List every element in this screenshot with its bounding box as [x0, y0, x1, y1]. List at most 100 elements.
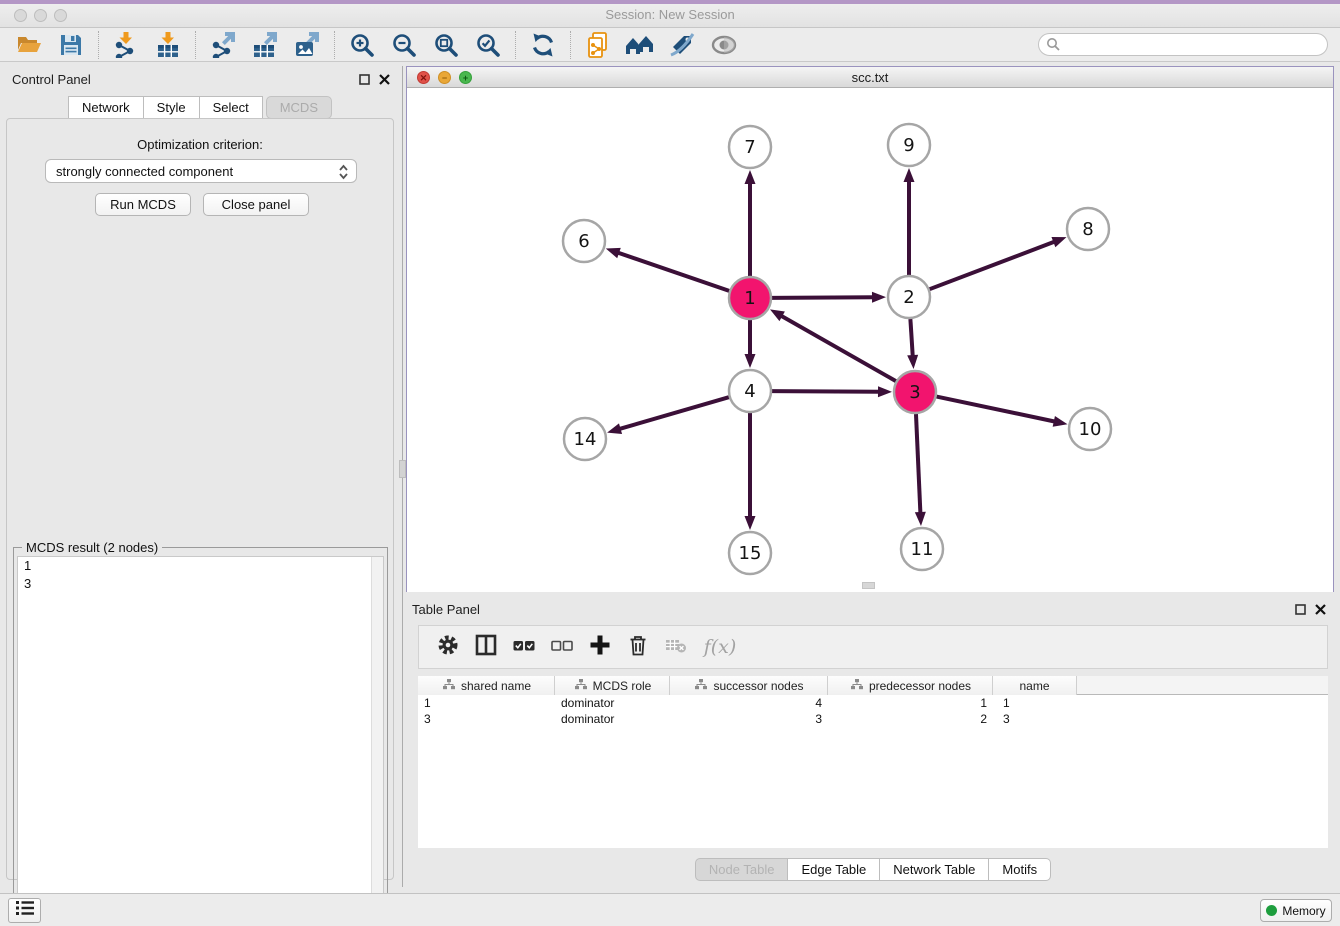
column-header-name[interactable]: name [993, 676, 1077, 695]
node-2[interactable]: 2 [888, 276, 930, 318]
tab-motifs[interactable]: Motifs [989, 858, 1051, 881]
export-table-button[interactable] [250, 30, 280, 60]
node-3[interactable]: 3 [894, 371, 936, 413]
tab-network[interactable]: Network [68, 96, 144, 119]
export-network-button[interactable] [208, 30, 238, 60]
node-11[interactable]: 11 [901, 528, 943, 570]
control-panel-title: Control Panel [12, 72, 91, 87]
edge-4-3[interactable] [772, 386, 892, 397]
table-row[interactable]: 3 dominator 3 2 3 [418, 711, 1328, 727]
labels-toggle-button[interactable] [667, 30, 697, 60]
zoom-selected-button[interactable] [473, 30, 503, 60]
node-1[interactable]: 1 [729, 277, 771, 319]
tree-icon [575, 679, 587, 693]
table-row[interactable]: 1 dominator 4 1 1 [418, 695, 1328, 711]
column-header-predecessor-nodes[interactable]: predecessor nodes [828, 676, 993, 695]
edge-3-10[interactable] [937, 397, 1068, 427]
edge-2-9[interactable] [904, 168, 915, 275]
tab-edge-table[interactable]: Edge Table [788, 858, 880, 881]
zoom-fit-icon [433, 32, 459, 58]
edge-1-2[interactable] [772, 292, 886, 303]
edge-1-6[interactable] [606, 248, 729, 291]
edge-3-11[interactable] [915, 414, 926, 526]
network-canvas[interactable]: 7 9 6 8 1 2 4 3 14 10 15 11 [407, 89, 1333, 592]
memory-button[interactable]: Memory [1260, 899, 1332, 922]
close-panel-button[interactable]: Close panel [203, 193, 309, 216]
eye-icon [710, 32, 738, 58]
zoom-fit-button[interactable] [431, 30, 461, 60]
cell-successor-nodes: 3 [670, 711, 828, 727]
result-scrollbar[interactable] [371, 557, 383, 920]
import-network-button[interactable] [111, 30, 141, 60]
edge-1-4[interactable] [745, 320, 756, 368]
edge-2-3[interactable] [907, 319, 918, 369]
run-mcds-button[interactable]: Run MCDS [95, 193, 191, 216]
columns-icon [474, 633, 498, 662]
search-input[interactable] [1038, 33, 1328, 56]
node-label: 10 [1079, 419, 1102, 440]
table-toolbar: f(x) [418, 625, 1328, 669]
close-panel-icon[interactable] [379, 72, 390, 90]
edge-4-14[interactable] [607, 397, 729, 434]
tab-node-table[interactable]: Node Table [695, 858, 789, 881]
function-builder-button-disabled[interactable]: f(x) [698, 631, 742, 663]
zoom-in-button[interactable] [347, 30, 377, 60]
refresh-button[interactable] [528, 30, 558, 60]
canvas-resize-grip[interactable] [862, 582, 875, 589]
node-4[interactable]: 4 [729, 370, 771, 412]
network-from-selection-button[interactable] [583, 30, 613, 60]
unchecked-boxes-icon [550, 633, 574, 662]
show-columns-button[interactable] [470, 631, 502, 663]
home-button[interactable] [625, 30, 655, 60]
column-header-shared-name[interactable]: shared name [418, 676, 555, 695]
toolbar-separator [570, 31, 571, 59]
unselect-all-columns-button[interactable] [546, 631, 578, 663]
panel-splitter[interactable] [399, 66, 406, 887]
node-14[interactable]: 14 [564, 418, 606, 460]
open-folder-button[interactable] [14, 30, 44, 60]
select-all-columns-button[interactable] [508, 631, 540, 663]
edge-2-8[interactable] [930, 237, 1067, 289]
task-history-button[interactable] [8, 898, 41, 923]
table-settings-button[interactable] [432, 631, 464, 663]
edge-1-7[interactable] [745, 170, 756, 276]
save-button[interactable] [56, 30, 86, 60]
mcds-result-list[interactable]: 1 3 [17, 556, 384, 921]
tab-network-table[interactable]: Network Table [880, 858, 989, 881]
select-stepper-icon [338, 163, 349, 184]
edge-3-1[interactable] [770, 309, 896, 381]
column-header-mcds-role[interactable]: MCDS role [555, 676, 670, 695]
toolbar-separator [515, 31, 516, 59]
table-body: 1 dominator 4 1 1 3 dominator 3 2 3 [418, 695, 1328, 848]
column-label: shared name [461, 679, 531, 693]
column-label: predecessor nodes [869, 679, 971, 693]
node-7[interactable]: 7 [729, 126, 771, 168]
graphics-details-button[interactable] [709, 30, 739, 60]
window-title: Session: New Session [0, 7, 1340, 22]
float-panel-icon[interactable] [359, 72, 370, 90]
tab-select[interactable]: Select [200, 96, 263, 119]
tab-mcds[interactable]: MCDS [266, 96, 332, 119]
close-panel-icon[interactable] [1315, 602, 1326, 620]
criterion-select[interactable]: strongly connected component [45, 159, 357, 183]
edge-4-15[interactable] [745, 413, 756, 530]
node-6[interactable]: 6 [563, 220, 605, 262]
node-9[interactable]: 9 [888, 124, 930, 166]
delete-column-button[interactable] [622, 631, 654, 663]
export-image-button[interactable] [292, 30, 322, 60]
node-8[interactable]: 8 [1067, 208, 1109, 250]
node-10[interactable]: 10 [1069, 408, 1111, 450]
create-column-button[interactable] [584, 631, 616, 663]
toolbar-separator [334, 31, 335, 59]
delete-table-button-disabled[interactable] [660, 631, 692, 663]
column-header-successor-nodes[interactable]: successor nodes [670, 676, 828, 695]
zoom-out-button[interactable] [389, 30, 419, 60]
splitter-grip[interactable] [399, 460, 406, 478]
cell-predecessor-nodes: 1 [828, 695, 993, 711]
node-label: 4 [744, 381, 755, 402]
node-15[interactable]: 15 [729, 532, 771, 574]
import-table-button[interactable] [153, 30, 183, 60]
open-folder-icon [16, 32, 42, 58]
tab-style[interactable]: Style [144, 96, 200, 119]
float-panel-icon[interactable] [1295, 602, 1306, 620]
